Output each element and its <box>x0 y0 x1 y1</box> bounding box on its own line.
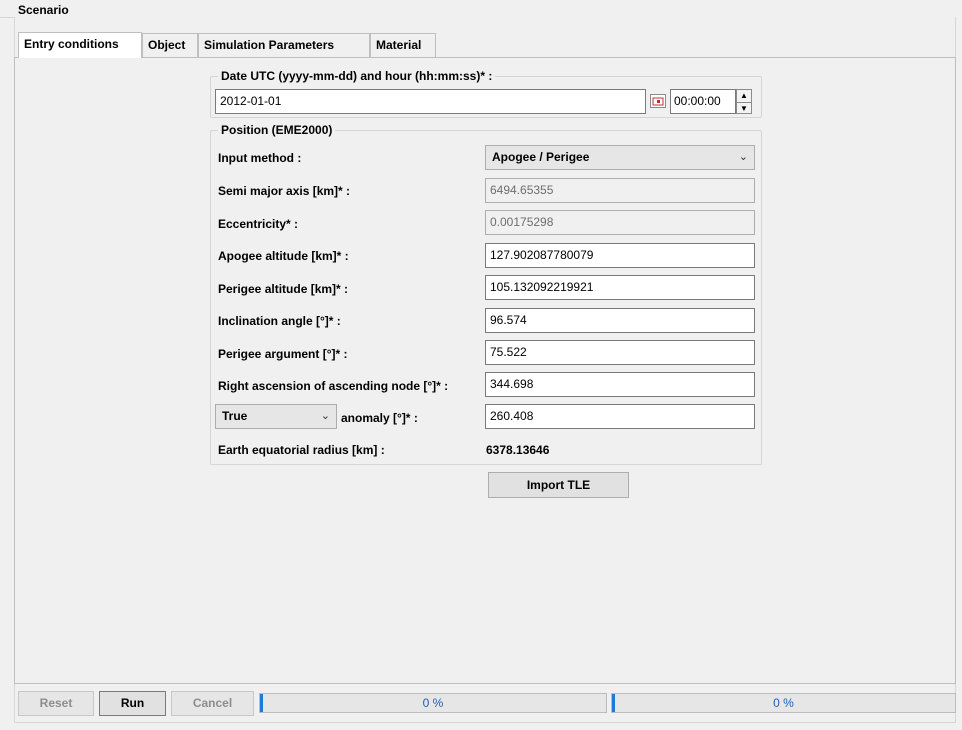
time-spinner[interactable]: ▲ ▼ <box>736 89 752 114</box>
field-label: Right ascension of ascending node [°]* : <box>218 379 449 393</box>
chevron-down-icon: ⌄ <box>738 151 748 163</box>
inclination-angle-input[interactable]: 96.574 <box>485 308 755 333</box>
apogee-altitude-input[interactable]: 127.902087780079 <box>485 243 755 268</box>
time-input[interactable]: 00:00:00 <box>670 89 736 114</box>
scenario-title: Scenario <box>18 3 69 17</box>
field-label: Apogee altitude [km]* : <box>218 249 349 263</box>
tab-material[interactable]: Material <box>370 33 436 57</box>
field-label: Eccentricity* : <box>218 217 299 231</box>
chevron-down-icon: ⌄ <box>320 410 330 422</box>
earth-radius-label: Earth equatorial radius [km] : <box>218 443 385 457</box>
anomaly-type-select[interactable]: True ⌄ <box>215 404 337 429</box>
date-input[interactable]: 2012-01-01 <box>215 89 646 114</box>
spin-up-icon[interactable]: ▲ <box>737 90 751 103</box>
anomaly-input[interactable]: 260.408 <box>485 404 755 429</box>
field-label: Perigee argument [°]* : <box>218 347 348 361</box>
field-label: Inclination angle [°]* : <box>218 314 341 328</box>
anomaly-type-value: True <box>222 409 248 423</box>
progress-bar-2: 0 % <box>611 693 956 713</box>
calendar-icon[interactable] <box>650 94 666 108</box>
cancel-button[interactable]: Cancel <box>171 691 254 716</box>
import-tle-button[interactable]: Import TLE <box>488 472 629 498</box>
field-label: Semi major axis [km]* : <box>218 184 351 198</box>
divider <box>0 17 14 18</box>
input-method-value: Apogee / Perigee <box>492 150 590 164</box>
field-label: Perigee altitude [km]* : <box>218 282 349 296</box>
semi-major-axis-input: 6494.65355 <box>485 178 755 203</box>
perigee-altitude-input[interactable]: 105.132092219921 <box>485 275 755 300</box>
anomaly-label: anomaly [°]* : <box>341 411 418 425</box>
position-group-title: Position (EME2000) <box>218 123 336 137</box>
tab-entry-conditions[interactable]: Entry conditions <box>18 32 142 58</box>
spin-down-icon[interactable]: ▼ <box>737 103 751 114</box>
input-method-label: Input method : <box>218 151 302 165</box>
progress-text: 0 % <box>422 696 444 710</box>
progress-marker <box>260 694 263 712</box>
date-group-title: Date UTC (yyyy-mm-dd) and hour (hh:mm:ss… <box>218 69 496 83</box>
tab-object[interactable]: Object <box>142 33 198 57</box>
tab-simulation-parameters[interactable]: Simulation Parameters <box>198 33 370 57</box>
reset-button[interactable]: Reset <box>18 691 94 716</box>
perigee-argument-input[interactable]: 75.522 <box>485 340 755 365</box>
raan-input[interactable]: 344.698 <box>485 372 755 397</box>
progress-text: 0 % <box>773 696 794 710</box>
earth-radius-value: 6378.13646 <box>486 443 550 457</box>
progress-bar-1: 0 % <box>259 693 607 713</box>
input-method-select[interactable]: Apogee / Perigee ⌄ <box>485 145 755 170</box>
eccentricity-input: 0.00175298 <box>485 210 755 235</box>
run-button[interactable]: Run <box>99 691 166 716</box>
progress-marker <box>612 694 615 712</box>
